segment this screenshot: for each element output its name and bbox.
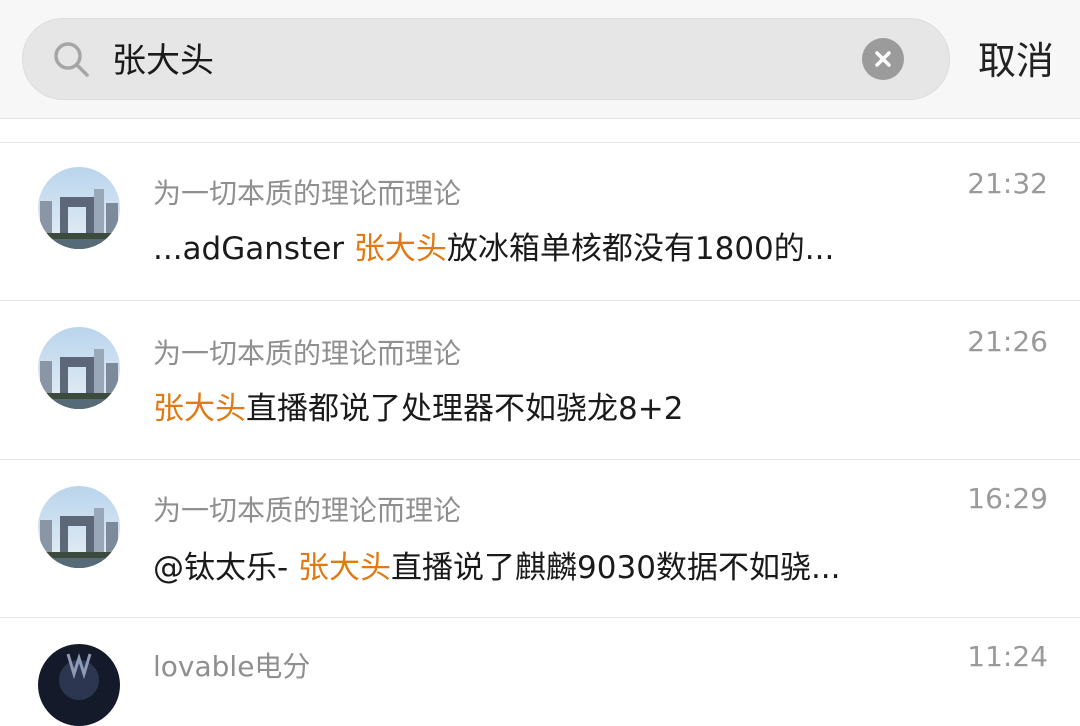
message-snippet: @钛太乐- 张大头直播说了麒麟9030数据不如骁...: [153, 546, 841, 590]
snippet-after: 直播都说了处理器不如骁龙8+2: [246, 391, 684, 427]
snippet-after: 直播说了麒麟9030数据不如骁...: [391, 550, 841, 586]
search-input[interactable]: 张大头: [112, 37, 214, 85]
header-divider: [0, 118, 1080, 119]
keyword-highlight: 张大头: [353, 231, 447, 267]
message-snippet: 张大头直播都说了处理器不如骁龙8+2: [153, 387, 683, 431]
message-time: 21:32: [967, 167, 1048, 200]
message-snippet: ...adGanster 张大头放冰箱单核都没有1800的...: [153, 227, 834, 271]
result-row[interactable]: 为一切本质的理论而理论 16:29 @钛太乐- 张大头直播说了麒麟9030数据不…: [0, 460, 1080, 618]
avatar-building-icon: [38, 327, 120, 409]
message-time: 11:24: [967, 640, 1048, 673]
message-time: 16:29: [967, 482, 1048, 515]
snippet-before: ...adGanster: [153, 231, 354, 267]
sender-name: lovable电分: [153, 650, 311, 683]
sender-name: 为一切本质的理论而理论: [153, 337, 462, 370]
avatar: [38, 327, 120, 409]
snippet-after: 放冰箱单核都没有1800的...: [446, 231, 835, 267]
result-row[interactable]: 为一切本质的理论而理论 21:32 ...adGanster 张大头放冰箱单核都…: [0, 143, 1080, 301]
clear-icon: [875, 51, 891, 67]
message-time: 21:26: [967, 325, 1048, 358]
sender-name: 为一切本质的理论而理论: [153, 494, 462, 527]
avatar: [38, 167, 120, 249]
search-header: 张大头 取消: [0, 0, 1080, 118]
sender-name: 为一切本质的理论而理论: [153, 177, 462, 210]
avatar: [38, 644, 120, 726]
snippet-before: @钛太乐-: [153, 550, 299, 586]
avatar-building-icon: [38, 167, 120, 249]
cancel-button[interactable]: 取消: [968, 36, 1064, 86]
result-row[interactable]: 为一切本质的理论而理论 21:26 张大头直播都说了处理器不如骁龙8+2: [0, 301, 1080, 459]
clear-search-button[interactable]: [862, 38, 904, 80]
avatar-dark-icon: [38, 644, 120, 726]
keyword-highlight: 张大头: [153, 391, 246, 427]
avatar-building-icon: [38, 486, 120, 568]
avatar: [38, 486, 120, 568]
keyword-highlight: 张大头: [298, 550, 392, 586]
search-icon: [52, 40, 92, 80]
result-row[interactable]: lovable电分 11:24: [0, 618, 1080, 726]
